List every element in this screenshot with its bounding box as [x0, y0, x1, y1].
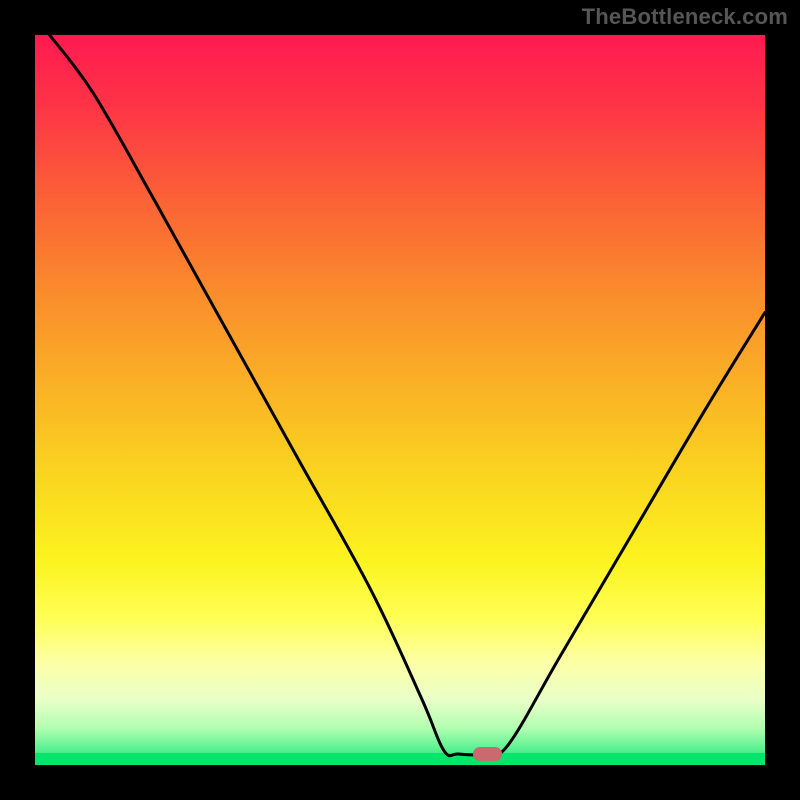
optimum-marker	[473, 747, 502, 761]
bottleneck-curve	[35, 35, 765, 765]
watermark: TheBottleneck.com	[582, 4, 788, 30]
plot-area	[35, 35, 765, 765]
chart-frame: TheBottleneck.com	[0, 0, 800, 800]
